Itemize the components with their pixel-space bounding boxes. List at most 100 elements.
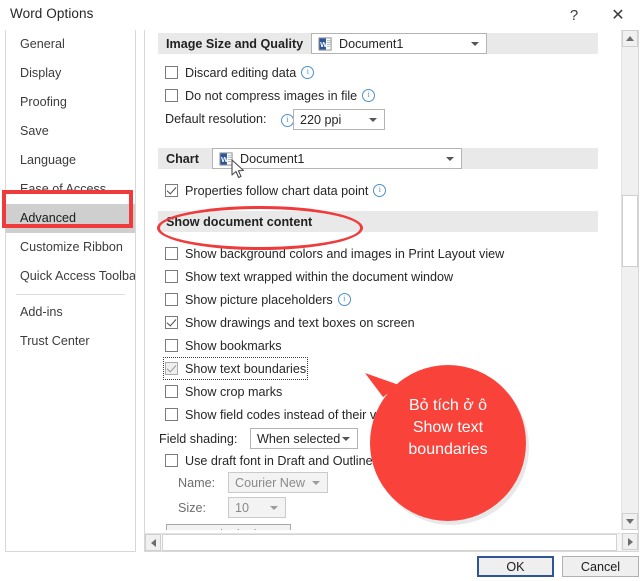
checkbox-properties-follow-chart-data-point[interactable]: Properties follow chart data point i xyxy=(165,181,387,200)
font-substitution-label: Font Substitution... xyxy=(176,528,281,530)
draft-font-size-dropdown[interactable]: 10 xyxy=(228,497,286,518)
sidebar-item-quick-access-toolbar[interactable]: Quick Access Toolbar xyxy=(6,262,135,291)
image-scope-value: Document1 xyxy=(339,36,404,51)
checkbox-label: Show drawings and text boxes on screen xyxy=(185,315,415,330)
sidebar-item-customize-ribbon[interactable]: Customize Ribbon xyxy=(6,233,135,262)
sidebar-item-label: Advanced xyxy=(20,211,77,225)
draft-font-size-value: 10 xyxy=(235,500,250,515)
title-bar: Word Options ? ✕ xyxy=(0,0,644,30)
sidebar-item-label: Quick Access Toolbar xyxy=(20,269,136,283)
cancel-button[interactable]: Cancel xyxy=(562,556,639,577)
checkbox-do-not-compress-images[interactable]: Do not compress images in file i xyxy=(165,86,376,105)
draft-font-name-value: Courier New xyxy=(235,475,305,490)
checkbox-label: Show field codes instead of their values xyxy=(185,407,407,422)
sidebar-item-proofing[interactable]: Proofing xyxy=(6,88,135,117)
sidebar-item-label: Language xyxy=(20,153,77,167)
checkbox-discard-editing-data[interactable]: Discard editing data i xyxy=(165,63,315,82)
checkbox-box[interactable] xyxy=(165,89,178,102)
cancel-label: Cancel xyxy=(580,559,621,574)
checkbox-label: Properties follow chart data point xyxy=(185,183,369,198)
checkbox-use-draft-font[interactable]: Use draft font in Draft and Outline view… xyxy=(165,451,408,470)
chevron-down-icon xyxy=(342,436,350,441)
checkbox-show-drawings-and-text-boxes[interactable]: Show drawings and text boxes on screen xyxy=(165,313,415,332)
checkbox-show-crop-marks[interactable]: Show crop marks xyxy=(165,382,282,401)
checkbox-box[interactable] xyxy=(165,66,178,79)
checkbox-box[interactable] xyxy=(165,184,178,197)
sidebar-item-display[interactable]: Display xyxy=(6,59,135,88)
horizontal-scroll-thumb[interactable] xyxy=(162,534,617,551)
vertical-scrollbar[interactable] xyxy=(621,30,638,530)
sidebar-item-ease-of-access[interactable]: Ease of Access xyxy=(6,175,135,204)
options-content: Image Size and Quality W Document1 Disca… xyxy=(145,30,610,530)
svg-text:W: W xyxy=(320,39,328,48)
checkbox-box[interactable] xyxy=(165,316,178,329)
scroll-up-button[interactable] xyxy=(622,30,638,47)
help-icon[interactable]: ? xyxy=(554,0,594,30)
info-icon[interactable]: i xyxy=(373,184,387,197)
horizontal-scrollbar[interactable] xyxy=(145,533,623,551)
info-icon[interactable]: i xyxy=(362,89,376,102)
checkbox-box[interactable] xyxy=(165,385,178,398)
checkbox-label: Do not compress images in file xyxy=(185,88,358,103)
caret-right-icon xyxy=(627,537,633,546)
close-icon[interactable]: ✕ xyxy=(598,0,638,30)
checkbox-show-bookmarks[interactable]: Show bookmarks xyxy=(165,336,282,355)
checkbox-label: Show bookmarks xyxy=(185,338,282,353)
checkbox-show-field-codes[interactable]: Show field codes instead of their values xyxy=(165,405,406,424)
sidebar-item-general[interactable]: General xyxy=(6,30,135,59)
checkbox-show-picture-placeholders[interactable]: Show picture placeholders i xyxy=(165,290,351,309)
checkbox-box[interactable] xyxy=(165,339,178,352)
scroll-left-button[interactable] xyxy=(145,534,161,551)
caret-down-icon xyxy=(626,519,634,524)
sidebar-item-label: Add-ins xyxy=(20,305,63,319)
default-resolution-dropdown[interactable]: 220 ppi xyxy=(293,109,385,130)
chart-scope-dropdown[interactable]: W Document1 xyxy=(212,148,462,169)
sidebar-item-add-ins[interactable]: Add-ins xyxy=(6,298,135,327)
sidebar-divider xyxy=(16,294,125,295)
image-scope-dropdown[interactable]: W Document1 xyxy=(311,33,487,54)
info-icon[interactable]: i xyxy=(337,293,351,306)
sidebar-item-advanced[interactable]: Advanced xyxy=(6,204,135,233)
sidebar-item-save[interactable]: Save xyxy=(6,117,135,146)
default-resolution-label: Default resolution: xyxy=(165,112,267,126)
sidebar-item-label: General xyxy=(20,37,65,51)
options-pane: Image Size and Quality W Document1 Disca… xyxy=(144,30,639,552)
sidebar-item-label: Display xyxy=(20,66,62,80)
scroll-down-button[interactable] xyxy=(622,513,638,530)
checkbox-label: Show picture placeholders xyxy=(185,292,333,307)
checkbox-show-background-colors[interactable]: Show background colors and images in Pri… xyxy=(165,244,504,263)
checkbox-box[interactable] xyxy=(165,270,178,283)
checkbox-box[interactable] xyxy=(165,362,178,375)
info-icon[interactable]: i xyxy=(301,66,315,79)
vertical-scroll-thumb[interactable] xyxy=(622,195,638,267)
checkbox-box[interactable] xyxy=(165,247,178,260)
chevron-down-icon xyxy=(312,480,320,485)
sidebar-item-language[interactable]: Language xyxy=(6,146,135,175)
font-substitution-button[interactable]: Font Substitution... xyxy=(166,524,292,530)
field-shading-dropdown[interactable]: When selected xyxy=(250,428,358,449)
checkbox-box[interactable] xyxy=(165,293,178,306)
checkbox-label: Show text wrapped within the document wi… xyxy=(185,269,454,284)
sidebar: General Display Proofing Save Language E… xyxy=(5,30,136,552)
scroll-right-button[interactable] xyxy=(622,533,638,550)
chevron-down-icon xyxy=(369,117,377,122)
checkbox-box[interactable] xyxy=(165,454,178,467)
chevron-down-icon xyxy=(270,505,278,510)
checkbox-show-text-boundaries[interactable]: Show text boundaries xyxy=(162,357,309,380)
group-header-show-document-content: Show document content xyxy=(158,211,598,232)
default-resolution-value: 220 ppi xyxy=(300,112,342,127)
checkbox-label: Show crop marks xyxy=(185,384,283,399)
checkbox-label: Show background colors and images in Pri… xyxy=(185,246,505,261)
caret-up-icon xyxy=(626,36,634,41)
draft-font-name-dropdown[interactable]: Courier New xyxy=(228,472,328,493)
checkbox-show-text-wrapped[interactable]: Show text wrapped within the document wi… xyxy=(165,267,453,286)
page-title: Word Options xyxy=(10,6,94,21)
sidebar-item-trust-center[interactable]: Trust Center xyxy=(6,327,135,356)
checkbox-box[interactable] xyxy=(165,408,178,421)
checkbox-label: Use draft font in Draft and Outline view… xyxy=(185,453,408,468)
field-shading-label: Field shading: xyxy=(159,432,238,446)
chart-scope-value: Document1 xyxy=(240,151,305,166)
ok-button[interactable]: OK xyxy=(477,556,554,577)
sidebar-item-label: Save xyxy=(20,124,49,138)
ok-label: OK xyxy=(506,559,525,574)
